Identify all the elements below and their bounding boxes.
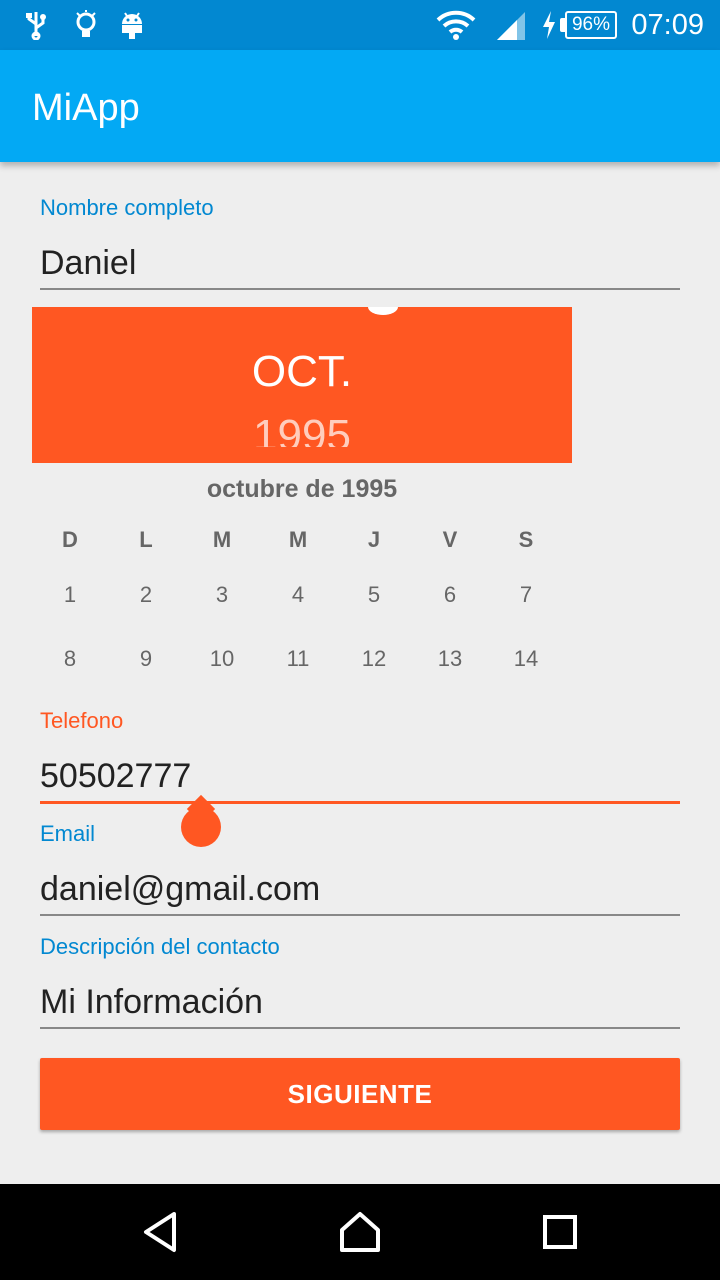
- nombre-label: Nombre completo: [40, 195, 214, 220]
- charging-icon: [540, 10, 558, 40]
- date-picker-notch: [368, 307, 398, 315]
- calendar-day[interactable]: 2: [116, 581, 176, 609]
- calendar-day[interactable]: 12: [344, 645, 404, 673]
- calendar-day[interactable]: 3: [192, 581, 252, 609]
- calendar-day[interactable]: 6: [420, 581, 480, 609]
- calendar-day[interactable]: 13: [420, 645, 480, 673]
- android-icon: [118, 10, 146, 40]
- back-icon[interactable]: [130, 1206, 190, 1258]
- wifi-icon: [436, 10, 476, 40]
- calendar-day[interactable]: 9: [116, 645, 176, 673]
- weekday-label: S: [518, 527, 534, 552]
- usb-icon: [22, 10, 50, 40]
- battery-level: 96%: [565, 11, 617, 39]
- weekday-label: D: [62, 527, 78, 552]
- calendar-day[interactable]: 11: [268, 645, 328, 673]
- calendar-day[interactable]: 7: [496, 581, 556, 609]
- signal-icon: [494, 10, 526, 40]
- calendar-day[interactable]: 4: [268, 581, 328, 609]
- descripcion-label: Descripción del contacto: [40, 934, 280, 959]
- descripcion-field[interactable]: Mi Información: [40, 982, 263, 1022]
- email-field[interactable]: daniel@gmail.com: [40, 869, 320, 909]
- siguiente-button[interactable]: SIGUIENTE: [40, 1058, 680, 1130]
- weekday-label: V: [442, 527, 458, 552]
- date-picker-month[interactable]: OCT.: [32, 347, 572, 397]
- calendar-day[interactable]: 14: [496, 645, 556, 673]
- calendar-day[interactable]: 5: [344, 581, 404, 609]
- calendar-day[interactable]: 1: [40, 581, 100, 609]
- weekday-label: M: [288, 527, 308, 552]
- app-bar: MiApp: [0, 50, 720, 162]
- recents-icon[interactable]: [530, 1206, 590, 1258]
- date-picker-header: OCT. 1995: [32, 307, 572, 463]
- calendar-day[interactable]: 10: [192, 645, 252, 673]
- telefono-underline: [40, 801, 680, 804]
- navigation-bar: [0, 1184, 720, 1280]
- telefono-label: Telefono: [40, 708, 124, 733]
- lightbulb-icon: [72, 10, 100, 40]
- email-label: Email: [40, 821, 96, 846]
- nombre-underline: [40, 288, 680, 290]
- email-underline: [40, 914, 680, 916]
- weekday-label: L: [139, 527, 153, 552]
- app-title: MiApp: [32, 87, 140, 129]
- calendar-day[interactable]: 8: [40, 645, 100, 673]
- clock: 07:09: [631, 9, 704, 41]
- telefono-field[interactable]: 50502777: [40, 756, 191, 796]
- home-icon[interactable]: [330, 1206, 390, 1258]
- date-picker-year[interactable]: 1995: [32, 411, 572, 447]
- date-picker-month-caption: octubre de 1995: [206, 475, 398, 503]
- status-bar: 96% 07:09: [0, 0, 720, 50]
- weekday-label: J: [367, 527, 381, 552]
- nombre-field[interactable]: Daniel: [40, 243, 136, 283]
- cursor-handle[interactable]: [181, 807, 221, 847]
- descripcion-underline: [40, 1027, 680, 1029]
- weekday-label: M: [212, 527, 232, 552]
